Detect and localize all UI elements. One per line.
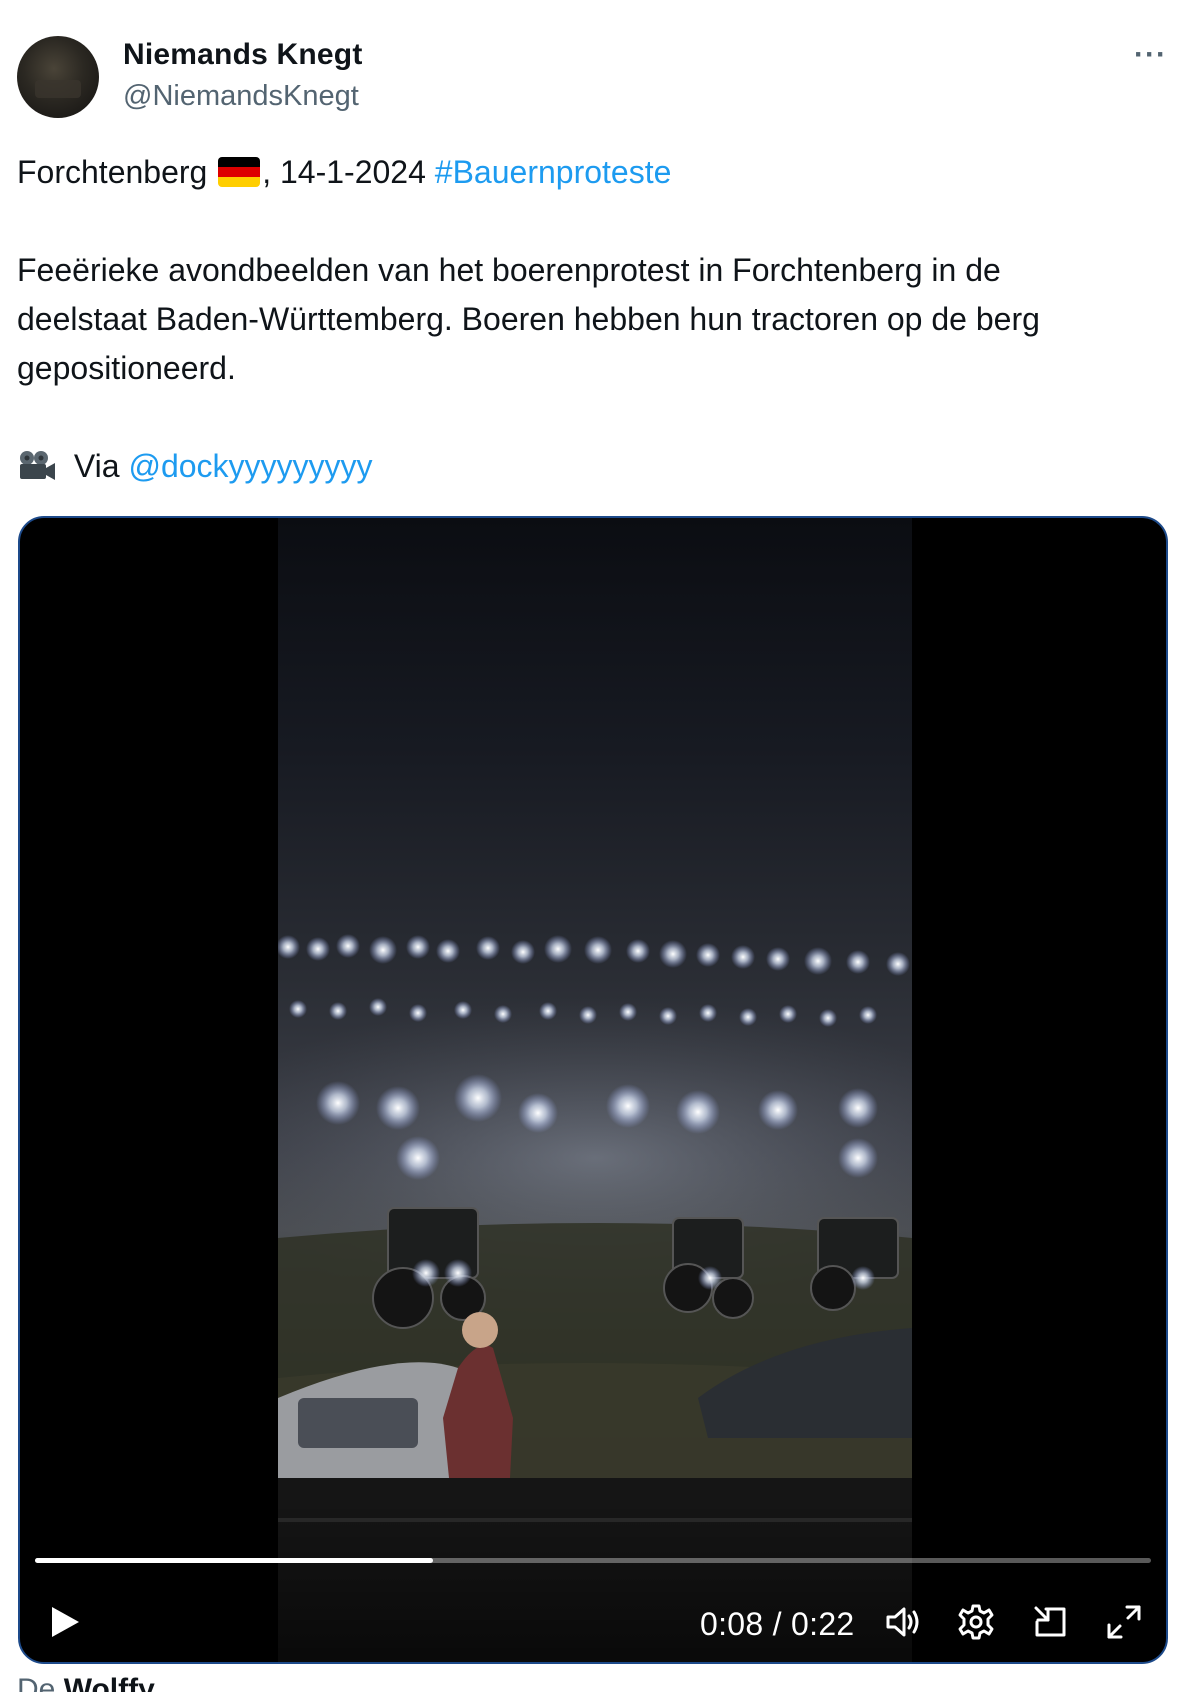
mention-link[interactable]: @dockyyyyyyyyy (128, 448, 372, 484)
video-frame[interactable] (278, 518, 912, 1662)
volume-icon[interactable] (883, 1602, 923, 1642)
tweet-line-location: Forchtenberg , 14-1-2024 #Bauernproteste (17, 148, 1187, 197)
next-item-prefix: De (17, 1673, 64, 1692)
video-player[interactable]: 0:08 / 0:22 (18, 516, 1168, 1664)
via-label: Via (65, 448, 129, 484)
author-avatar[interactable] (17, 36, 99, 118)
tweet-body-line: Feeërieke avondbeelden van het boerenpro… (17, 252, 1001, 288)
video-scene (278, 934, 912, 1662)
germany-flag-icon (218, 157, 261, 187)
author-display-name[interactable]: Niemands Knegt (123, 38, 363, 72)
date-text: , 14-1-2024 (262, 154, 435, 190)
video-progress-bar[interactable] (35, 1558, 1151, 1563)
author-handle[interactable]: @NiemandsKnegt (123, 80, 359, 113)
tweet-body-line: deelstaat Baden-Württemberg. Boeren hebb… (17, 301, 1040, 337)
hashtag-link[interactable]: #Bauernproteste (435, 154, 672, 190)
gear-icon[interactable] (956, 1602, 996, 1642)
next-item-author[interactable]: De Wolffy (17, 1668, 155, 1692)
tweet-via-line: Via @dockyyyyyyyyy (17, 442, 1187, 491)
picture-in-picture-icon[interactable] (1030, 1602, 1070, 1642)
film-projector-icon (20, 451, 55, 480)
place-text: Forchtenberg (17, 154, 208, 190)
fullscreen-icon[interactable] (1104, 1602, 1144, 1642)
tweet-text: Forchtenberg , 14-1-2024 #Bauernproteste… (17, 148, 1187, 491)
more-icon[interactable]: ··· (1134, 40, 1167, 70)
video-time: 0:08 / 0:22 (700, 1606, 855, 1642)
tweet-body-line: gepositioneerd. (17, 350, 236, 386)
next-item-name: Wolffy (63, 1673, 155, 1692)
play-icon[interactable] (46, 1604, 82, 1640)
video-progress-fill (35, 1558, 434, 1563)
